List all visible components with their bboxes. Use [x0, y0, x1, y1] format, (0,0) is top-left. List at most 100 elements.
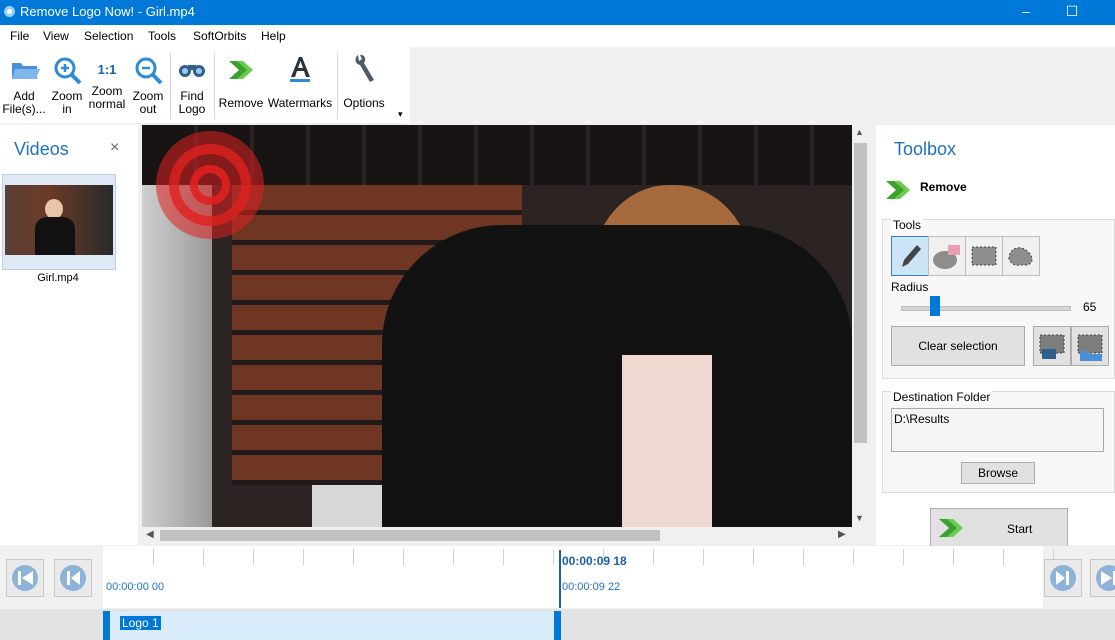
menu-help[interactable]: Help	[261, 29, 286, 43]
maximize-button[interactable]: ☐	[1049, 0, 1095, 25]
timeline-tick	[903, 549, 904, 565]
timeline-tick	[803, 549, 804, 565]
logo-track-segment[interactable]: Logo 1	[103, 611, 561, 640]
toolbar: Add File(s)... Zoom in 1:1 Zoom normal Z…	[0, 47, 410, 123]
timeline-tick	[953, 549, 954, 565]
toolbar-separator	[170, 53, 171, 119]
skip-to-start-icon	[12, 565, 38, 591]
pencil-tool-button[interactable]	[891, 236, 929, 276]
add-files-button[interactable]: Add File(s)...	[2, 47, 46, 121]
menu-view[interactable]: View	[43, 29, 69, 43]
step-forward-icon	[1050, 565, 1076, 591]
zoom-in-label: Zoom in	[51, 89, 83, 116]
timeline-tick	[653, 549, 654, 565]
options-button[interactable]: Options	[340, 47, 388, 121]
video-preview[interactable]	[142, 125, 852, 527]
mode-label: Remove	[920, 180, 967, 194]
vertical-scrollbar[interactable]: ▲ ▼	[852, 125, 869, 527]
scroll-right-icon[interactable]: ▶	[838, 529, 846, 540]
timeline-tick	[553, 549, 554, 565]
remove-button[interactable]: Remove	[217, 47, 265, 121]
go-to-end-button[interactable]	[1090, 559, 1115, 597]
options-label: Options	[343, 96, 385, 110]
eraser-tool-button[interactable]	[928, 236, 966, 276]
zoom-normal-button[interactable]: 1:1 Zoom normal	[87, 47, 127, 121]
watermarks-button[interactable]: Watermarks	[266, 47, 334, 121]
timeline-tick	[403, 549, 404, 565]
playhead[interactable]	[559, 550, 561, 608]
toolbar-separator	[214, 53, 215, 119]
timeline-tick	[153, 549, 154, 565]
video-thumbnail[interactable]	[2, 174, 116, 270]
tools-group-label: Tools	[891, 218, 924, 232]
current-time: 00:00:09 18	[562, 554, 627, 568]
save-selection-button[interactable]	[1033, 326, 1071, 366]
zoom-in-icon	[54, 57, 82, 85]
menu-softorbits[interactable]: SoftOrbits	[193, 29, 246, 43]
start-arrow-icon	[939, 519, 963, 537]
destination-group: Destination Folder D:\Results Browse	[882, 390, 1115, 493]
browse-button[interactable]: Browse	[961, 462, 1035, 484]
menu-selection[interactable]: Selection	[84, 29, 133, 43]
lasso-tool-button[interactable]	[1002, 236, 1040, 276]
tools-group: Tools Radius 65 Clear selection	[882, 218, 1115, 379]
jacket	[382, 225, 852, 527]
find-logo-label: Find Logo	[178, 89, 206, 116]
horizontal-scroll-thumb[interactable]	[160, 530, 660, 541]
add-files-label: Add File(s)...	[2, 89, 46, 116]
toolbar-overflow-icon[interactable]: ▾	[398, 109, 403, 120]
menu-file[interactable]: File	[10, 29, 29, 43]
segment-end-handle[interactable]	[554, 611, 561, 640]
next-frame-button[interactable]	[1044, 559, 1082, 597]
load-mask-icon	[1077, 334, 1103, 361]
scroll-down-icon[interactable]: ▼	[855, 513, 864, 523]
destination-path-field[interactable]: D:\Results	[891, 408, 1104, 452]
timeline-ruler[interactable]: 00:00:00 00 00:00:09 18 00:00:09 22	[103, 546, 1054, 608]
remove-label: Remove	[218, 96, 264, 110]
folder-open-icon	[12, 63, 40, 79]
remove-arrow-icon	[229, 61, 253, 79]
scroll-left-icon[interactable]: ◀	[146, 529, 154, 540]
horizontal-scrollbar[interactable]: ◀ ▶	[142, 527, 852, 544]
logo-selection-marker[interactable]	[154, 127, 284, 251]
timeline-tick	[353, 549, 354, 565]
zoom-out-icon	[135, 57, 163, 85]
timeline-tick	[853, 549, 854, 565]
scroll-up-icon[interactable]: ▲	[855, 127, 864, 137]
close-icon[interactable]: ×	[110, 139, 119, 157]
minimize-button[interactable]: –	[1003, 0, 1049, 25]
find-logo-button[interactable]: Find Logo	[173, 47, 211, 121]
timeline-tick	[703, 549, 704, 565]
segment-start-handle[interactable]	[103, 611, 110, 640]
title-bar: Remove Logo Now! - Girl.mp4 – ☐	[0, 0, 1115, 25]
start-button[interactable]: Start	[930, 508, 1068, 550]
zoom-out-label: Zoom out	[132, 89, 164, 116]
menu-tools[interactable]: Tools	[148, 29, 176, 43]
remove-arrow-icon	[886, 181, 910, 199]
clear-selection-button[interactable]: Clear selection	[891, 326, 1025, 366]
save-mask-icon	[1039, 334, 1065, 359]
zoom-out-button[interactable]: Zoom out	[129, 47, 167, 121]
step-back-icon	[60, 565, 86, 591]
lasso-icon	[1008, 247, 1033, 266]
track-label: Logo 1	[120, 616, 161, 630]
zoom-in-button[interactable]: Zoom in	[48, 47, 86, 121]
shirt	[622, 355, 712, 527]
radius-label: Radius	[891, 280, 929, 294]
previous-frame-button[interactable]	[54, 559, 92, 597]
watermarks-label: Watermarks	[267, 96, 333, 110]
go-to-start-button[interactable]	[6, 559, 44, 597]
eraser-icon	[933, 245, 960, 269]
load-selection-button[interactable]	[1071, 326, 1109, 366]
timeline-tick	[303, 549, 304, 565]
video-item-label: Girl.mp4	[37, 272, 79, 284]
destination-label: Destination Folder	[891, 390, 993, 404]
rectangle-tool-button[interactable]	[965, 236, 1003, 276]
radius-slider-track[interactable]	[901, 306, 1071, 311]
skip-to-end-icon	[1096, 565, 1115, 591]
radius-value: 65	[1083, 300, 1097, 314]
vertical-scroll-thumb[interactable]	[854, 143, 867, 443]
timeline-tick	[1003, 549, 1004, 565]
radius-slider-thumb[interactable]	[930, 296, 940, 316]
toolbar-separator	[337, 53, 338, 119]
